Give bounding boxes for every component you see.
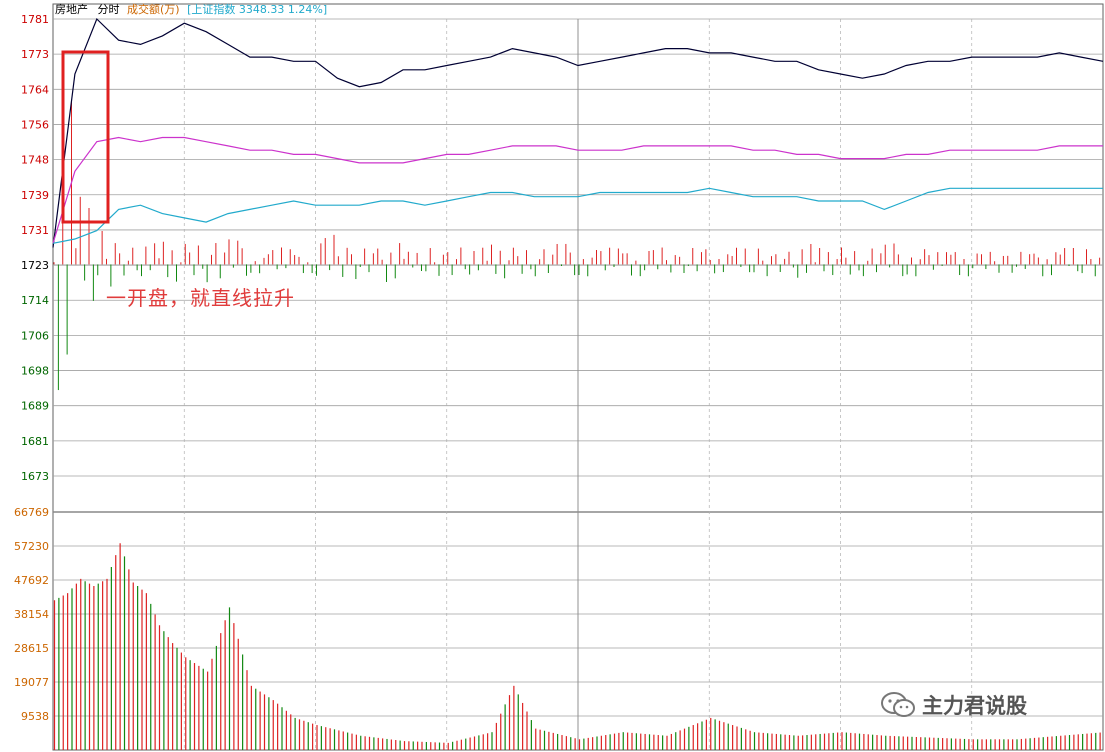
volume-tick-label: 66769 bbox=[14, 506, 49, 519]
price-tick-label: 1698 bbox=[21, 365, 49, 378]
volume-tick-label: 9538 bbox=[21, 710, 49, 723]
watermark: 主力君说股 bbox=[880, 688, 1027, 722]
index-change: 1.24%] bbox=[287, 3, 328, 16]
volume-tick-label: 57230 bbox=[14, 540, 49, 553]
mode-label[interactable]: 分时 bbox=[98, 3, 120, 16]
price-tick-label: 1706 bbox=[21, 329, 49, 342]
price-tick-label: 1773 bbox=[21, 48, 49, 61]
price-tick-label: 1731 bbox=[21, 224, 49, 237]
volume-tick-label: 47692 bbox=[14, 574, 49, 587]
watermark-text: 主力君说股 bbox=[922, 694, 1027, 718]
stock-name[interactable]: 房地产 bbox=[55, 3, 88, 16]
price-tick-label: 1748 bbox=[21, 154, 49, 167]
index-value: 3348.33 bbox=[238, 3, 285, 16]
chart-header: 房地产 分时 成交额(万) [上证指数 3348.33 1.24%] bbox=[55, 1, 327, 17]
price-diff-bars bbox=[53, 99, 1101, 391]
volume-tick-label: 28615 bbox=[14, 642, 49, 655]
highlight-box bbox=[61, 50, 110, 224]
axis-labels: 1781 1773 1764 1756 1748 1739 1731 1723 1714 1706… bbox=[14, 13, 49, 723]
price-tick-label: 1673 bbox=[21, 470, 49, 483]
price-tick-label: 1714 bbox=[21, 294, 49, 307]
annotation-text: 一开盘，就直线拉升 bbox=[106, 286, 295, 310]
price-tick-label: 1723 bbox=[21, 259, 49, 272]
wechat-icon bbox=[881, 692, 915, 717]
price-tick-label: 1681 bbox=[21, 435, 49, 448]
price-tick-label: 1739 bbox=[21, 189, 49, 202]
chart-canvas: 1781 1773 1764 1756 1748 1739 1731 1723 1714 1706… bbox=[14, 3, 1104, 751]
price-tick-label: 1689 bbox=[21, 400, 49, 413]
price-tick-label: 1764 bbox=[21, 83, 49, 96]
price-tick-label: 1756 bbox=[21, 118, 49, 131]
volume-label: 成交额(万) bbox=[127, 3, 180, 16]
grid bbox=[53, 18, 1103, 750]
volume-tick-label: 38154 bbox=[14, 608, 49, 621]
index-label[interactable]: [上证指数 bbox=[187, 3, 235, 16]
price-tick-label: 1781 bbox=[21, 13, 49, 26]
volume-tick-label: 19077 bbox=[14, 676, 49, 689]
